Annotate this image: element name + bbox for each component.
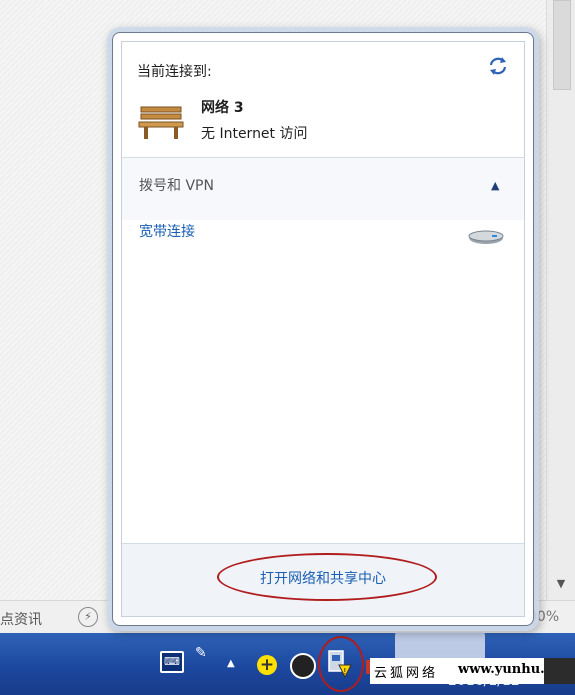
modem-icon[interactable] [468, 229, 504, 245]
network-access-status: 无 Internet 访问 [201, 126, 308, 142]
green-plus-icon[interactable]: + [257, 655, 277, 675]
watermark-cn: 云狐网络 [374, 666, 439, 681]
highlight-ring-footer-link [217, 553, 437, 601]
network-name: 网络 3 [201, 100, 244, 116]
show-hidden-icons-icon[interactable]: ▲ [227, 658, 235, 669]
broadband-connection-link[interactable]: 宽带连接 [139, 221, 195, 241]
scrollbar-thumb[interactable] [553, 0, 571, 90]
refresh-icon[interactable] [487, 55, 509, 77]
chevron-up-icon[interactable]: ▲ [491, 179, 499, 192]
media-app-icon[interactable] [290, 653, 316, 679]
status-accelerator-icon[interactable]: ⚡ [78, 607, 98, 627]
network-connections-popup: 当前连接到: 网络 3 无 Internet 访问 拨号和 VPN ▲ 宽带连接… [112, 32, 534, 626]
dialup-vpn-title[interactable]: 拨号和 VPN [139, 175, 214, 195]
vertical-scrollbar[interactable]: ▼ [546, 0, 575, 600]
bench-network-icon [137, 101, 187, 141]
status-left-text: 点资讯 [0, 612, 42, 628]
pen-input-icon[interactable]: ✎ [195, 645, 207, 661]
scroll-down-arrow-icon[interactable]: ▼ [553, 576, 569, 592]
popup-footer: 打开网络和共享中心 [122, 543, 524, 616]
watermark-logo-icon [544, 658, 575, 684]
connected-to-header: 当前连接到: [137, 64, 212, 80]
highlight-ring-network-icon [318, 636, 364, 692]
keyboard-icon[interactable]: ⌨ [160, 651, 184, 673]
